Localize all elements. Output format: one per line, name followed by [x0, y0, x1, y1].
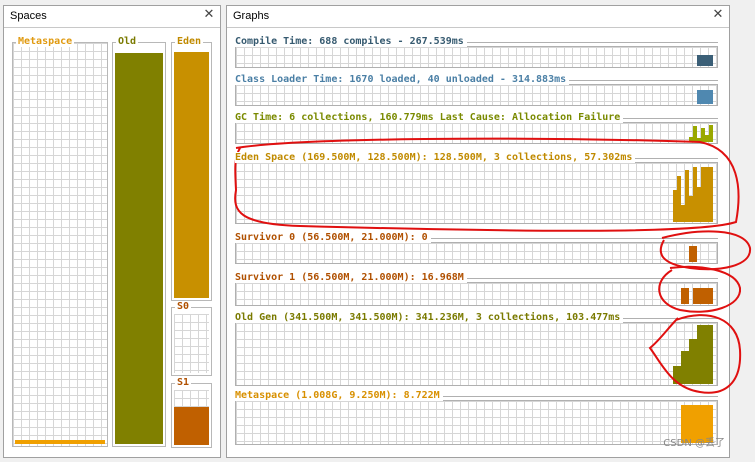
graph-old-gen: Old Gen (341.500M, 341.500M): 341.236M, …: [235, 312, 718, 386]
space-label-s0: S0: [175, 301, 192, 312]
graph-bar: [705, 288, 709, 304]
space-fill-old: [115, 52, 163, 444]
space-s1: S1: [171, 377, 212, 448]
graph-eden-space: Eden Space (169.500M, 128.500M): 128.500…: [235, 152, 718, 224]
graph-bar: [701, 55, 705, 66]
graph-svg: [689, 125, 713, 142]
graph-label: Eden Space (169.500M, 128.500M): 128.500…: [235, 152, 636, 163]
graph-gc-time: GC Time: 6 collections, 160.779ms Last C…: [235, 112, 718, 144]
graph-bar: [689, 137, 693, 142]
graph-bar: [701, 325, 705, 384]
graph-plot: [235, 400, 718, 445]
graph-plot: [235, 242, 718, 264]
space-grid-s0: [174, 314, 209, 373]
graph-bar: [709, 167, 713, 222]
graph-bar: [701, 288, 705, 304]
space-label-eden: Eden: [175, 36, 204, 47]
graph-bar: [689, 196, 693, 222]
graphs-panel: Graphs ✕ Compile Time: 688 compiles - 26…: [226, 5, 730, 458]
graph-plot: [235, 162, 718, 224]
graph-bar: [673, 366, 677, 384]
graph-bar: [705, 135, 709, 142]
graph-label: GC Time: 6 collections, 160.779ms Last C…: [235, 112, 624, 123]
graph-label: Survivor 1 (56.500M, 21.000M): 16.968M: [235, 272, 467, 283]
graph-bar: [685, 288, 689, 304]
graph-survivor-0: Survivor 0 (56.500M, 21.000M): 0: [235, 232, 718, 264]
graph-svg: [689, 246, 697, 262]
graph-plot: [235, 322, 718, 386]
graph-bar: [709, 55, 713, 66]
graph-compile-time: Compile Time: 688 compiles - 267.539ms: [235, 36, 718, 68]
graph-svg: [697, 55, 713, 66]
close-icon[interactable]: ✕: [711, 8, 725, 22]
graph-bar: [677, 366, 681, 384]
graph-label: Survivor 0 (56.500M, 21.000M): 0: [235, 232, 431, 243]
graph-bar: [693, 288, 697, 304]
close-icon[interactable]: ✕: [202, 8, 216, 22]
spaces-panel: Spaces ✕ Metaspace Old Eden S0 S1: [3, 5, 221, 458]
graph-bar: [685, 351, 689, 384]
graph-label: Class Loader Time: 1670 loaded, 40 unloa…: [235, 74, 570, 85]
spaces-panel-header: Spaces ✕: [4, 6, 220, 28]
graph-bar: [701, 128, 705, 142]
graph-bar: [709, 125, 713, 142]
graph-bar: [701, 167, 705, 222]
spaces-panel-title: Spaces: [10, 10, 47, 22]
graph-bar: [701, 90, 705, 104]
graph-bar: [681, 288, 685, 304]
graph-bar: [681, 205, 685, 222]
graph-label: Metaspace (1.008G, 9.250M): 8.722M: [235, 390, 443, 401]
space-label-metaspace: Metaspace: [16, 36, 75, 47]
graph-metaspace: Metaspace (1.008G, 9.250M): 8.722M: [235, 390, 718, 445]
graph-bar: [693, 167, 697, 222]
graph-bar: [693, 246, 697, 262]
space-fill-s1: [174, 406, 209, 445]
graphs-panel-title: Graphs: [233, 10, 270, 22]
graph-bar: [705, 55, 709, 66]
graph-bar: [697, 187, 701, 222]
graph-bar: [697, 325, 701, 384]
graph-svg: [697, 90, 713, 104]
graph-bar: [697, 90, 701, 104]
graph-plot: [235, 122, 718, 144]
graph-label: Compile Time: 688 compiles - 267.539ms: [235, 36, 467, 47]
graph-plot: [235, 84, 718, 106]
watermark: CSDN @丢了: [663, 438, 725, 449]
graph-bar: [697, 138, 701, 142]
graph-bar: [709, 325, 713, 384]
graph-plot: [235, 282, 718, 306]
graph-label: Old Gen (341.500M, 341.500M): 341.236M, …: [235, 312, 624, 323]
graph-plot: [235, 46, 718, 68]
space-fill-metaspace: [15, 440, 105, 444]
graph-bar: [693, 126, 697, 142]
graphs-panel-header: Graphs ✕: [227, 6, 729, 28]
graph-bar: [705, 90, 709, 104]
space-eden: Eden: [171, 36, 212, 301]
graph-bar: [697, 55, 701, 66]
graph-bar: [681, 351, 685, 384]
graph-svg: [681, 288, 713, 304]
space-label-s1: S1: [175, 377, 192, 388]
space-metaspace: Metaspace: [12, 36, 108, 447]
graph-svg: [673, 167, 713, 222]
space-fill-eden: [174, 51, 209, 298]
space-label-old: Old: [116, 36, 139, 47]
graph-svg: [673, 325, 713, 384]
space-old: Old: [112, 36, 166, 447]
graph-survivor-1: Survivor 1 (56.500M, 21.000M): 16.968M: [235, 272, 718, 306]
space-s0: S0: [171, 301, 212, 376]
graph-bar: [693, 339, 697, 384]
graph-class-loader-time: Class Loader Time: 1670 loaded, 40 unloa…: [235, 74, 718, 106]
graph-bar: [689, 246, 693, 262]
graph-bar: [705, 167, 709, 222]
graph-bar: [709, 90, 713, 104]
graph-bar: [697, 288, 701, 304]
graph-bar: [685, 170, 689, 222]
graph-bar: [705, 325, 709, 384]
graph-bar: [689, 339, 693, 384]
graph-bar: [709, 288, 713, 304]
graph-svg: [681, 405, 713, 443]
graph-bar: [673, 190, 677, 222]
graph-bar: [677, 176, 681, 222]
